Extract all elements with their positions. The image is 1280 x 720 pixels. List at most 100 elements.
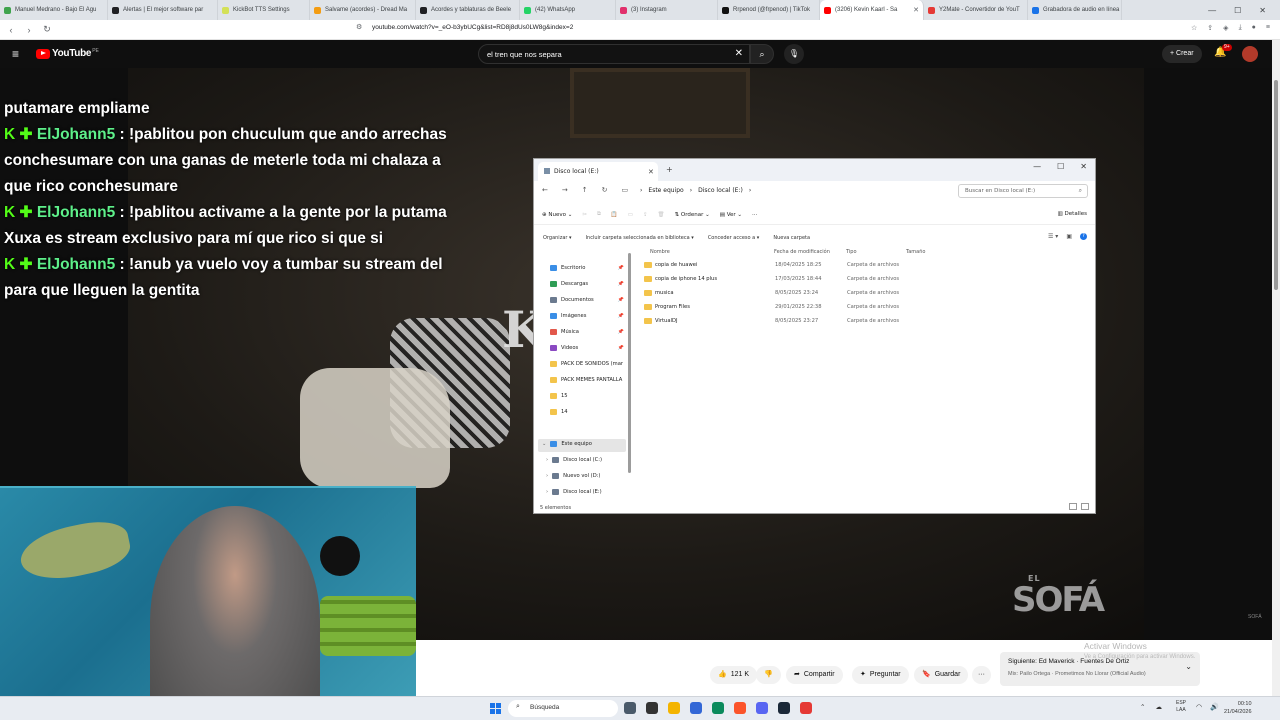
sort-button[interactable]: ⇅ Ordenar ⌄	[675, 212, 710, 218]
bookmark-icon[interactable]: ☆	[1191, 24, 1197, 32]
forward-arrow-icon[interactable]: →	[562, 186, 568, 194]
tiles-view-icon[interactable]	[1081, 503, 1089, 510]
monitor-icon[interactable]: ▭	[622, 186, 629, 194]
sidebar-item[interactable]: Imágenes 📌	[550, 313, 628, 319]
explorer-search-input[interactable]: Buscar en Disco local (E:) ⌕	[958, 184, 1088, 198]
include-library-menu[interactable]: Incluir carpeta seleccionada en bibliote…	[586, 235, 694, 241]
search-input[interactable]: el tren que nos separa ✕	[478, 44, 750, 64]
new-tab-icon[interactable]: +	[666, 165, 673, 174]
up-arrow-icon[interactable]: ↑	[582, 186, 588, 194]
preview-pane-icon[interactable]: ▣	[1066, 233, 1072, 240]
taskbar-app-icon[interactable]	[646, 702, 658, 714]
sidebar-item[interactable]: 14	[550, 409, 628, 415]
sidebar-item[interactable]: 15	[550, 393, 628, 399]
search-button[interactable]: ⌕	[750, 44, 774, 64]
create-button[interactable]: + Crear	[1162, 45, 1202, 63]
taskbar-app-icon[interactable]	[734, 702, 746, 714]
file-row[interactable]: copia de huawei 18/04/2025 18:25 Carpeta d…	[638, 259, 1088, 271]
sidebar-item[interactable]: Videos 📌	[550, 345, 628, 351]
taskbar-app-icon[interactable]	[756, 702, 768, 714]
taskbar-app-icon[interactable]	[668, 702, 680, 714]
grant-access-menu[interactable]: Conceder acceso a ▾	[708, 235, 760, 241]
chevron-down-icon[interactable]: ⌄	[542, 441, 546, 447]
rename-icon[interactable]: ▭	[628, 212, 633, 218]
file-row[interactable]: VirtualDJ 8/05/2025 23:27 Carpeta de archi…	[638, 315, 1088, 327]
browser-tab[interactable]: (3) Instagram	[616, 0, 718, 20]
chevron-right-icon[interactable]: ›	[546, 473, 548, 479]
clock[interactable]: 00:10 21/04/2026	[1224, 700, 1252, 716]
cloud-icon[interactable]: ☁	[1155, 703, 1162, 711]
close-tab-icon[interactable]: ✕	[909, 6, 919, 14]
browser-tab[interactable]: Y2Mate - Convertidor de YouT	[924, 0, 1028, 20]
clear-search-icon[interactable]: ✕	[735, 48, 743, 59]
breadcrumb-item[interactable]: Disco local (E:)	[698, 187, 743, 194]
site-info-icon[interactable]: ⚙	[356, 23, 362, 31]
breadcrumb-item[interactable]: Este equipo	[648, 187, 683, 194]
youtube-logo[interactable]: YouTube PE	[36, 48, 99, 59]
sidebar-item[interactable]: › Disco local (C:)	[546, 457, 624, 463]
close-icon[interactable]: ✕	[1259, 6, 1266, 15]
column-date[interactable]: Fecha de modificación	[774, 249, 830, 255]
share-button[interactable]: ➦ Compartir	[786, 666, 843, 684]
input-language[interactable]: ESP LAA	[1176, 700, 1186, 714]
profile-icon[interactable]: ●	[1252, 24, 1256, 32]
close-icon[interactable]: ✕	[1080, 162, 1087, 171]
sidebar-item[interactable]: › Disco local (E:)	[546, 489, 624, 495]
maximize-icon[interactable]: ☐	[1057, 162, 1064, 171]
file-row[interactable]: Program Files 29/01/2025 22:38 Carpeta de …	[638, 301, 1088, 313]
browser-tab[interactable]: Grabadora de audio en línea	[1028, 0, 1122, 20]
taskbar-app-icon[interactable]	[624, 702, 636, 714]
copy-icon[interactable]: ⧉	[597, 211, 601, 218]
sidebar-item[interactable]: › Nuevo vol (D:)	[546, 473, 624, 479]
back-icon[interactable]: ‹	[4, 25, 18, 35]
taskbar-app-icon[interactable]	[778, 702, 790, 714]
browser-tab[interactable]: Salvame (acordes) - Dread Ma	[310, 0, 416, 20]
taskbar-app-icon[interactable]	[712, 702, 724, 714]
view-button[interactable]: ▤ Ver ⌄	[720, 212, 742, 218]
wifi-icon[interactable]: ◠	[1196, 703, 1202, 711]
browser-tab[interactable]: (42) WhatsApp	[520, 0, 616, 20]
organize-menu[interactable]: Organizar ▾	[543, 235, 572, 241]
sidebar-scrollbar[interactable]	[628, 253, 631, 473]
help-icon[interactable]: ?	[1080, 233, 1087, 240]
sidebar-item[interactable]: ⌄ Este equipo	[542, 441, 620, 447]
save-button[interactable]: 🔖 Guardar	[914, 666, 969, 684]
sidebar-item[interactable]: Música 📌	[550, 329, 628, 335]
volume-icon[interactable]: 🔊	[1210, 703, 1219, 711]
share-icon[interactable]: ⇪	[1207, 24, 1213, 32]
column-size[interactable]: Tamaño	[906, 249, 925, 255]
file-row[interactable]: musica 8/05/2025 23:24 Carpeta de archivos	[638, 287, 1088, 299]
ask-button[interactable]: ✦ Preguntar	[852, 666, 909, 684]
chevron-right-icon[interactable]: ›	[546, 457, 548, 463]
browser-tab[interactable]: Acordes y tablaturas de Beele	[416, 0, 520, 20]
downloads-icon[interactable]: ⤓	[1239, 24, 1242, 32]
share-icon[interactable]: ⇪	[643, 212, 648, 218]
more-actions-button[interactable]: ···	[972, 666, 991, 684]
hamburger-menu-icon[interactable]: ≡	[12, 47, 19, 61]
cut-icon[interactable]: ✂	[582, 212, 587, 218]
taskbar-search[interactable]: ⌕ Búsqueda	[508, 700, 618, 717]
layout-icon[interactable]: ☰ ▾	[1048, 233, 1058, 240]
like-button[interactable]: 👍 121 K	[710, 666, 758, 684]
paste-icon[interactable]: 📋	[611, 212, 618, 218]
browser-tab[interactable]: Alertas | El mejor software par	[108, 0, 218, 20]
voice-search-button[interactable]: 🎙	[784, 44, 804, 64]
browser-tab[interactable]: (3206) Kevin Kaarl - Sa ✕	[820, 0, 924, 20]
maximize-icon[interactable]: ☐	[1234, 6, 1241, 15]
menu-icon[interactable]: ≡	[1266, 24, 1270, 32]
new-folder-button[interactable]: Nueva carpeta	[773, 235, 810, 241]
more-options-icon[interactable]: ···	[752, 212, 757, 218]
column-name[interactable]: Nombre	[650, 249, 670, 255]
forward-icon[interactable]: ›	[22, 25, 36, 35]
minimize-icon[interactable]: —	[1033, 162, 1041, 171]
chevron-right-icon[interactable]: ›	[546, 489, 548, 495]
details-pane-button[interactable]: ▥ Detalles	[1058, 211, 1087, 217]
close-tab-icon[interactable]: ✕	[648, 168, 654, 176]
chevron-down-icon[interactable]: ⌄	[1185, 662, 1192, 671]
new-button[interactable]: ⊕ Nuevo ⌄	[542, 212, 572, 218]
file-row[interactable]: copia de iphone 14 plus 17/03/2025 18:44 C…	[638, 273, 1088, 285]
browser-tab[interactable]: Manuel Medrano - Bajo El Agu	[0, 0, 108, 20]
url-field[interactable]: youtube.com/watch?v=_eO-b3ybUCg&list=RD8…	[372, 24, 573, 31]
browser-tab[interactable]: KickBot TTS Settings	[218, 0, 310, 20]
page-scrollbar-thumb[interactable]	[1274, 80, 1278, 290]
